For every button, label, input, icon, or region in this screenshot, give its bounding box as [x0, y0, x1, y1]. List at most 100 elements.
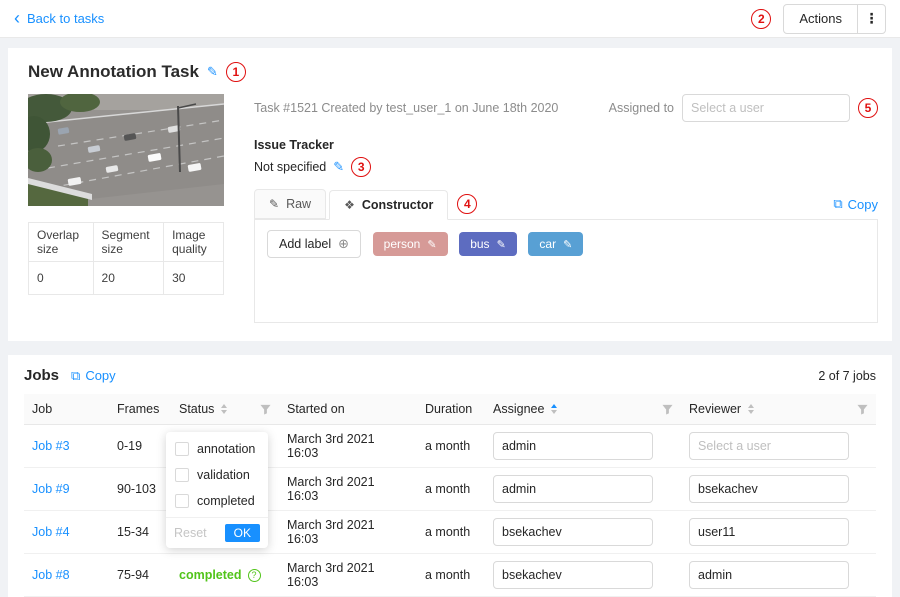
copy-jobs-label: Copy [85, 368, 115, 383]
plus-circle-icon: ⊕ [338, 236, 349, 252]
assignee-input[interactable] [493, 432, 653, 460]
labels-constructor-panel: Add label ⊕ person ✎ bus ✎ car ✎ [254, 219, 878, 323]
task-parameters-table: Overlap size Segment size Image quality … [28, 222, 224, 295]
param-header-overlap: Overlap size [29, 223, 94, 262]
frames-cell: 15-34 [109, 511, 171, 554]
column-header-status[interactable]: Status [171, 394, 279, 425]
frames-cell: 90-103 [109, 468, 171, 511]
annotation-circle-4: 4 [457, 194, 477, 214]
column-header-assignee-label: Assignee [493, 402, 544, 416]
jobs-title: Jobs [24, 367, 59, 384]
annotation-circle-2: 2 [751, 9, 771, 29]
checkbox-annotation[interactable] [175, 442, 189, 456]
jobs-card: Jobs ⧉ Copy 2 of 7 jobs Job Frames Statu… [8, 355, 892, 597]
issue-tracker-value: Not specified [254, 160, 326, 174]
started-cell: March 3rd 2021 16:03 [279, 425, 417, 468]
filter-icon-status[interactable] [260, 404, 271, 415]
more-vertical-icon[interactable]: ⋮ [857, 5, 885, 33]
started-cell: March 3rd 2021 16:03 [279, 554, 417, 597]
column-header-frames-label: Frames [117, 402, 159, 416]
column-header-assignee[interactable]: Assignee [485, 394, 681, 425]
top-bar: ‹ Back to tasks 2 Actions ⋮ [0, 0, 900, 38]
actions-button-label: Actions [784, 5, 857, 33]
issue-tracker-label: Issue Tracker [254, 138, 878, 152]
task-meta-text: Task #1521 Created by test_user_1 on Jun… [254, 94, 558, 115]
table-row: Job #8 75-94 completed ? March 3rd 2021 … [24, 554, 876, 597]
label-chip-person[interactable]: person ✎ [373, 232, 448, 256]
column-header-duration-label: Duration [425, 402, 472, 416]
task-assignee-input[interactable] [682, 94, 850, 122]
annotation-circle-1: 1 [226, 62, 246, 82]
filter-reset-button[interactable]: Reset [174, 526, 207, 540]
back-to-tasks-link[interactable]: ‹ Back to tasks [14, 11, 104, 27]
label-chip-person-name: person [384, 237, 421, 251]
column-header-started: Started on [279, 394, 417, 425]
assignee-input[interactable] [493, 475, 653, 503]
sort-icons-assignee[interactable] [551, 404, 557, 414]
tab-raw[interactable]: ✎ Raw [254, 189, 326, 219]
filter-ok-button[interactable]: OK [225, 524, 260, 542]
label-chip-bus[interactable]: bus ✎ [459, 232, 517, 256]
status-filter-dropdown: annotation validation completed Reset OK [166, 432, 268, 548]
copy-labels-link[interactable]: ⧉ Copy [833, 196, 878, 212]
job-link[interactable]: Job #3 [32, 439, 70, 453]
job-link[interactable]: Job #8 [32, 568, 70, 582]
edit-icon[interactable]: ✎ [563, 238, 572, 251]
reviewer-input[interactable] [689, 432, 849, 460]
tab-raw-label: Raw [286, 197, 311, 211]
label-chip-car[interactable]: car ✎ [528, 232, 583, 256]
tab-constructor[interactable]: ❖ Constructor [329, 190, 448, 220]
back-link-label: Back to tasks [27, 11, 104, 26]
edit-icon[interactable]: ✎ [427, 238, 436, 251]
status-cell: completed [179, 568, 242, 582]
checkbox-validation[interactable] [175, 468, 189, 482]
param-value-quality: 30 [164, 262, 224, 295]
copy-icon: ⧉ [833, 196, 842, 212]
column-header-reviewer[interactable]: Reviewer [681, 394, 876, 425]
edit-icon[interactable]: ✎ [497, 238, 506, 251]
title-edit-icon[interactable]: ✎ [207, 64, 218, 80]
issue-tracker-edit-icon[interactable]: ✎ [333, 159, 344, 175]
filter-option-annotation[interactable]: annotation [166, 436, 268, 462]
filter-icon-assignee[interactable] [662, 404, 673, 415]
question-circle-icon[interactable]: ? [248, 569, 261, 582]
filter-option-completed[interactable]: completed [166, 488, 268, 514]
filter-icon-reviewer[interactable] [857, 404, 868, 415]
task-details-card: New Annotation Task ✎ 1 [8, 48, 892, 341]
job-link[interactable]: Job #9 [32, 482, 70, 496]
column-header-job-label: Job [32, 402, 52, 416]
param-header-segment: Segment size [93, 223, 164, 262]
assignee-input[interactable] [493, 561, 653, 589]
assigned-to-label: Assigned to [609, 101, 674, 115]
add-label-button[interactable]: Add label ⊕ [267, 230, 361, 258]
param-header-quality: Image quality [164, 223, 224, 262]
started-cell: March 3rd 2021 16:03 [279, 468, 417, 511]
tab-constructor-label: Constructor [362, 198, 434, 212]
duration-cell: a month [417, 468, 485, 511]
reviewer-input[interactable] [689, 518, 849, 546]
jobs-table-header-row: Job Frames Status Started on Duration [24, 394, 876, 425]
actions-button[interactable]: Actions ⋮ [783, 4, 886, 34]
checkbox-completed[interactable] [175, 494, 189, 508]
reviewer-input[interactable] [689, 475, 849, 503]
task-preview-image [28, 94, 224, 206]
frames-cell: 75-94 [109, 554, 171, 597]
assignee-input[interactable] [493, 518, 653, 546]
table-row: Job #4 15-34 March 3rd 2021 16:03 a mont… [24, 511, 876, 554]
column-header-duration: Duration [417, 394, 485, 425]
filter-option-validation[interactable]: validation [166, 462, 268, 488]
duration-cell: a month [417, 554, 485, 597]
add-label-button-label: Add label [279, 237, 331, 251]
sort-icons-reviewer[interactable] [748, 404, 754, 414]
param-value-segment: 20 [93, 262, 164, 295]
duration-cell: a month [417, 425, 485, 468]
reviewer-input[interactable] [689, 561, 849, 589]
param-value-overlap: 0 [29, 262, 94, 295]
labels-editor: ✎ Raw ❖ Constructor 4 ⧉ Copy Add l [254, 189, 878, 323]
sort-icons-status[interactable] [221, 404, 227, 414]
table-row: Job #9 90-103 March 3rd 2021 16:03 a mon… [24, 468, 876, 511]
job-link[interactable]: Job #4 [32, 525, 70, 539]
label-chip-car-name: car [539, 237, 556, 251]
copy-jobs-link[interactable]: ⧉ Copy [71, 368, 116, 384]
filter-option-label: annotation [197, 442, 255, 456]
